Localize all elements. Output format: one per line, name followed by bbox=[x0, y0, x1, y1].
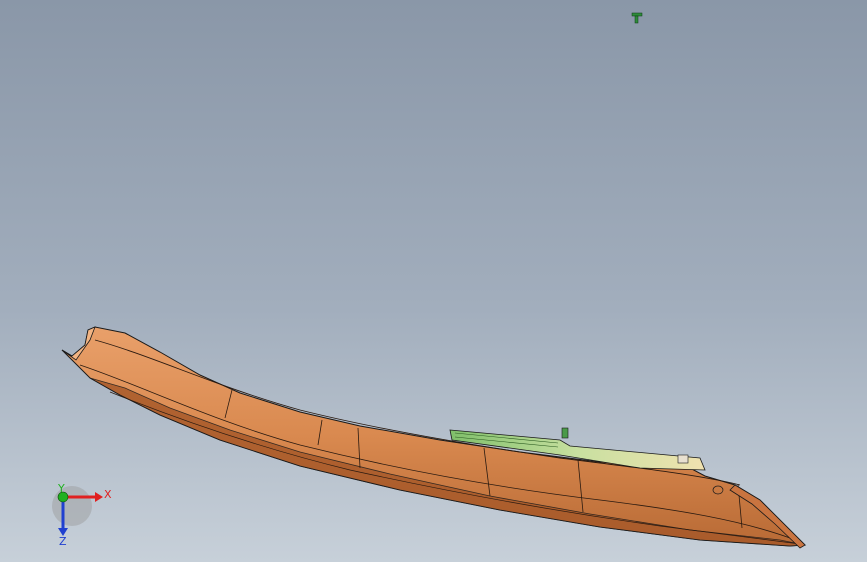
triad-y-label: Y bbox=[57, 482, 65, 495]
triad-z-label: Z bbox=[59, 535, 67, 548]
triad-x-label: X bbox=[104, 488, 112, 501]
3d-viewport[interactable]: X Y Z bbox=[0, 0, 867, 562]
coordinate-triad-icon: X Y Z bbox=[52, 482, 112, 548]
